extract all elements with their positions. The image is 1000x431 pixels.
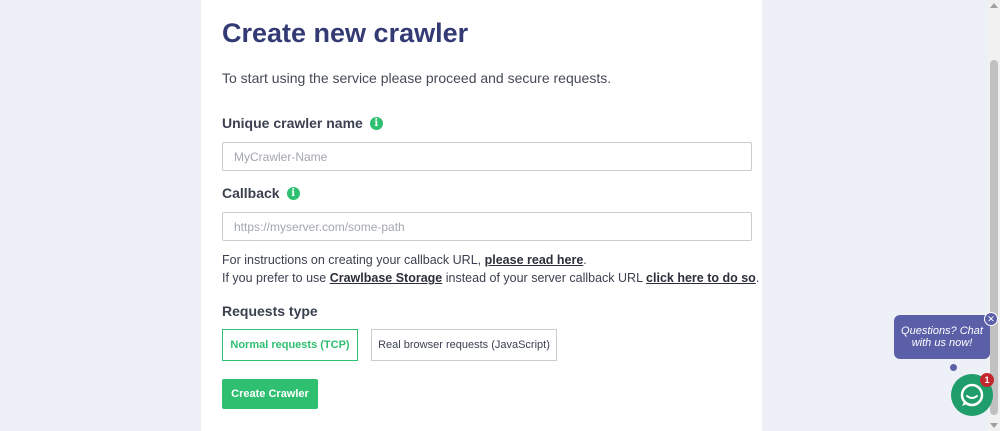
scrollbar[interactable] xyxy=(988,0,1000,431)
requests-type-label: Requests type xyxy=(222,303,318,319)
chat-prompt-line1: Questions? Chat xyxy=(901,325,983,337)
chat-prompt-bubble[interactable]: Questions? Chat with us now! xyxy=(894,315,990,359)
help-text: instead of your server callback URL xyxy=(442,271,647,285)
browser-requests-option[interactable]: Real browser requests (JavaScript) xyxy=(371,329,557,361)
scroll-down-arrow-icon[interactable] xyxy=(990,423,998,428)
crawlbase-storage-link[interactable]: Crawlbase Storage xyxy=(330,271,443,285)
info-icon[interactable]: i xyxy=(369,116,383,130)
scroll-thumb[interactable] xyxy=(990,60,998,415)
use-storage-link[interactable]: click here to do so xyxy=(646,271,756,285)
chat-bubble-tail xyxy=(950,364,957,371)
chat-prompt-line2: with us now! xyxy=(911,337,973,349)
help-text: For instructions on creating your callba… xyxy=(222,253,485,267)
read-instructions-link[interactable]: please read here xyxy=(485,253,584,267)
info-icon[interactable]: i xyxy=(286,186,300,200)
close-icon[interactable]: ✕ xyxy=(984,312,998,326)
create-crawler-button[interactable]: Create Crawler xyxy=(222,379,318,409)
chat-icon xyxy=(960,383,984,407)
create-crawler-card: Create new crawler To start using the se… xyxy=(201,0,762,431)
crawler-name-label: Unique crawler name i xyxy=(222,115,383,131)
crawler-name-input[interactable] xyxy=(222,142,752,171)
callback-label: Callback i xyxy=(222,185,300,201)
callback-label-text: Callback xyxy=(222,185,280,201)
page-subtitle: To start using the service please procee… xyxy=(222,70,612,86)
crawler-name-label-text: Unique crawler name xyxy=(222,115,363,131)
unread-badge: 1 xyxy=(980,373,994,387)
help-text: . xyxy=(755,271,760,285)
help-text: . xyxy=(583,253,587,267)
help-text: If you prefer to use xyxy=(222,271,330,285)
callback-help-text: For instructions on creating your callba… xyxy=(222,253,587,267)
callback-url-input[interactable] xyxy=(222,212,752,241)
page-title: Create new crawler xyxy=(222,18,469,48)
storage-help-text: If you prefer to use Crawlbase Storage i… xyxy=(222,271,759,285)
normal-requests-option[interactable]: Normal requests (TCP) xyxy=(222,329,358,361)
scroll-up-arrow-icon[interactable] xyxy=(990,3,998,8)
